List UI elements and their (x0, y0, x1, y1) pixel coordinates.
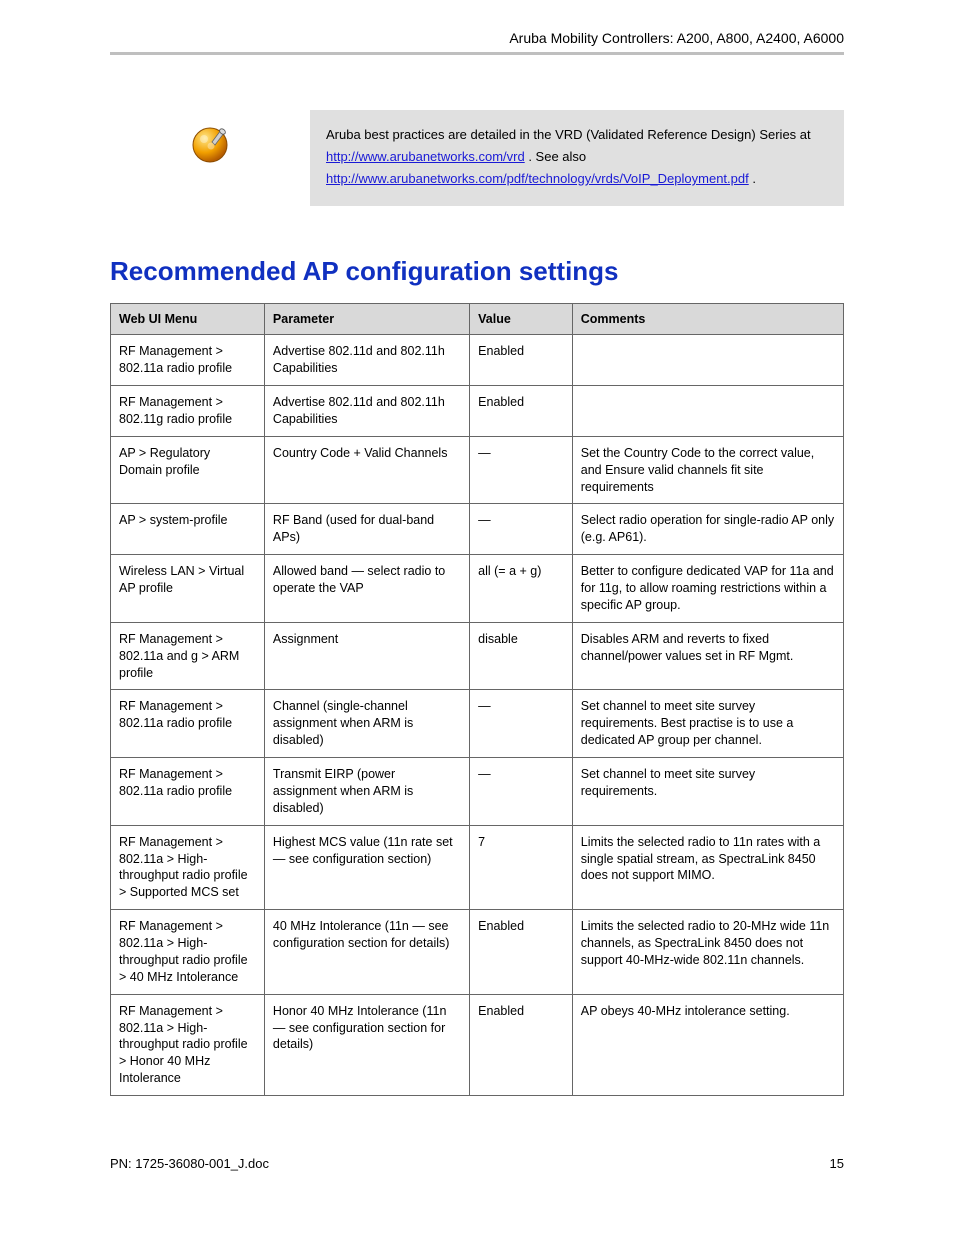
cell-menu: RF Management > 802.11g radio profile (111, 386, 265, 437)
table-row: RF Management > 802.11a > High-throughpu… (111, 825, 844, 910)
table-row: Wireless LAN > Virtual AP profileAllowed… (111, 555, 844, 623)
settings-table: Web UI Menu Parameter Value Comments RF … (110, 303, 844, 1096)
cell-value: all (= a + g) (470, 555, 573, 623)
cell-comment: Limits the selected radio to 11n rates w… (572, 825, 843, 910)
note-text: Aruba best practices are detailed in the… (310, 110, 844, 206)
cell-param: RF Band (used for dual-band APs) (264, 504, 469, 555)
cell-menu: RF Management > 802.11a radio profile (111, 758, 265, 826)
cell-menu: AP > Regulatory Domain profile (111, 436, 265, 504)
cell-comment: AP obeys 40-MHz intolerance setting. (572, 994, 843, 1095)
table-row: RF Management > 802.11a radio profileCha… (111, 690, 844, 758)
cell-menu: RF Management > 802.11a radio profile (111, 690, 265, 758)
cell-value: Enabled (470, 910, 573, 995)
th-value: Value (470, 304, 573, 335)
cell-menu: AP > system-profile (111, 504, 265, 555)
cell-value: — (470, 504, 573, 555)
table-row: RF Management > 802.11a radio profileAdv… (111, 335, 844, 386)
page-footer: PN: 1725-36080-001_J.doc 15 (110, 1156, 844, 1171)
cell-menu: RF Management > 802.11a > High-throughpu… (111, 825, 265, 910)
th-param: Parameter (264, 304, 469, 335)
cell-comment: Disables ARM and reverts to fixed channe… (572, 622, 843, 690)
cell-param: Advertise 802.11d and 802.11h Capabiliti… (264, 386, 469, 437)
table-row: RF Management > 802.11g radio profileAdv… (111, 386, 844, 437)
note-block: Aruba best practices are detailed in the… (110, 110, 844, 206)
cell-menu: RF Management > 802.11a and g > ARM prof… (111, 622, 265, 690)
pushpin-icon (188, 120, 232, 164)
cell-param: Honor 40 MHz Intolerance (11n — see conf… (264, 994, 469, 1095)
cell-param: Allowed band — select radio to operate t… (264, 555, 469, 623)
cell-menu: RF Management > 802.11a > High-throughpu… (111, 994, 265, 1095)
cell-value: Enabled (470, 335, 573, 386)
cell-value: — (470, 690, 573, 758)
header-rule (110, 52, 844, 55)
note-prefix: Aruba best practices are detailed in the… (326, 127, 811, 142)
cell-value: Enabled (470, 994, 573, 1095)
cell-value: — (470, 758, 573, 826)
table-row: RF Management > 802.11a > High-throughpu… (111, 910, 844, 995)
note-icon-wrap (110, 110, 310, 164)
cell-param: Highest MCS value (11n rate set — see co… (264, 825, 469, 910)
table-row: AP > Regulatory Domain profileCountry Co… (111, 436, 844, 504)
th-comment: Comments (572, 304, 843, 335)
note-link-1[interactable]: http://www.arubanetworks.com/vrd (326, 149, 525, 164)
cell-value: Enabled (470, 386, 573, 437)
cell-value: 7 (470, 825, 573, 910)
note-mid: . See also (528, 149, 586, 164)
page-header: Aruba Mobility Controllers: A200, A800, … (110, 30, 844, 46)
th-menu: Web UI Menu (111, 304, 265, 335)
cell-menu: RF Management > 802.11a > High-throughpu… (111, 910, 265, 995)
cell-value: — (470, 436, 573, 504)
section-title: Recommended AP configuration settings (110, 256, 844, 287)
cell-comment: Select radio operation for single-radio … (572, 504, 843, 555)
cell-comment: Set channel to meet site survey requirem… (572, 690, 843, 758)
cell-comment: Limits the selected radio to 20-MHz wide… (572, 910, 843, 995)
table-row: RF Management > 802.11a > High-throughpu… (111, 994, 844, 1095)
table-header-row: Web UI Menu Parameter Value Comments (111, 304, 844, 335)
cell-comment (572, 335, 843, 386)
cell-param: Channel (single-channel assignment when … (264, 690, 469, 758)
cell-comment: Better to configure dedicated VAP for 11… (572, 555, 843, 623)
cell-comment: Set channel to meet site survey requirem… (572, 758, 843, 826)
table-row: RF Management > 802.11a radio profileTra… (111, 758, 844, 826)
cell-param: Country Code + Valid Channels (264, 436, 469, 504)
table-row: RF Management > 802.11a and g > ARM prof… (111, 622, 844, 690)
cell-value: disable (470, 622, 573, 690)
cell-param: Assignment (264, 622, 469, 690)
table-row: AP > system-profileRF Band (used for dua… (111, 504, 844, 555)
note-suffix: . (752, 171, 756, 186)
cell-param: 40 MHz Intolerance (11n — see configurat… (264, 910, 469, 995)
cell-menu: Wireless LAN > Virtual AP profile (111, 555, 265, 623)
cell-comment (572, 386, 843, 437)
note-link-2[interactable]: http://www.arubanetworks.com/pdf/technol… (326, 171, 749, 186)
cell-param: Transmit EIRP (power assignment when ARM… (264, 758, 469, 826)
cell-param: Advertise 802.11d and 802.11h Capabiliti… (264, 335, 469, 386)
cell-comment: Set the Country Code to the correct valu… (572, 436, 843, 504)
footer-left: PN: 1725-36080-001_J.doc (110, 1156, 269, 1171)
footer-right: 15 (830, 1156, 844, 1171)
cell-menu: RF Management > 802.11a radio profile (111, 335, 265, 386)
